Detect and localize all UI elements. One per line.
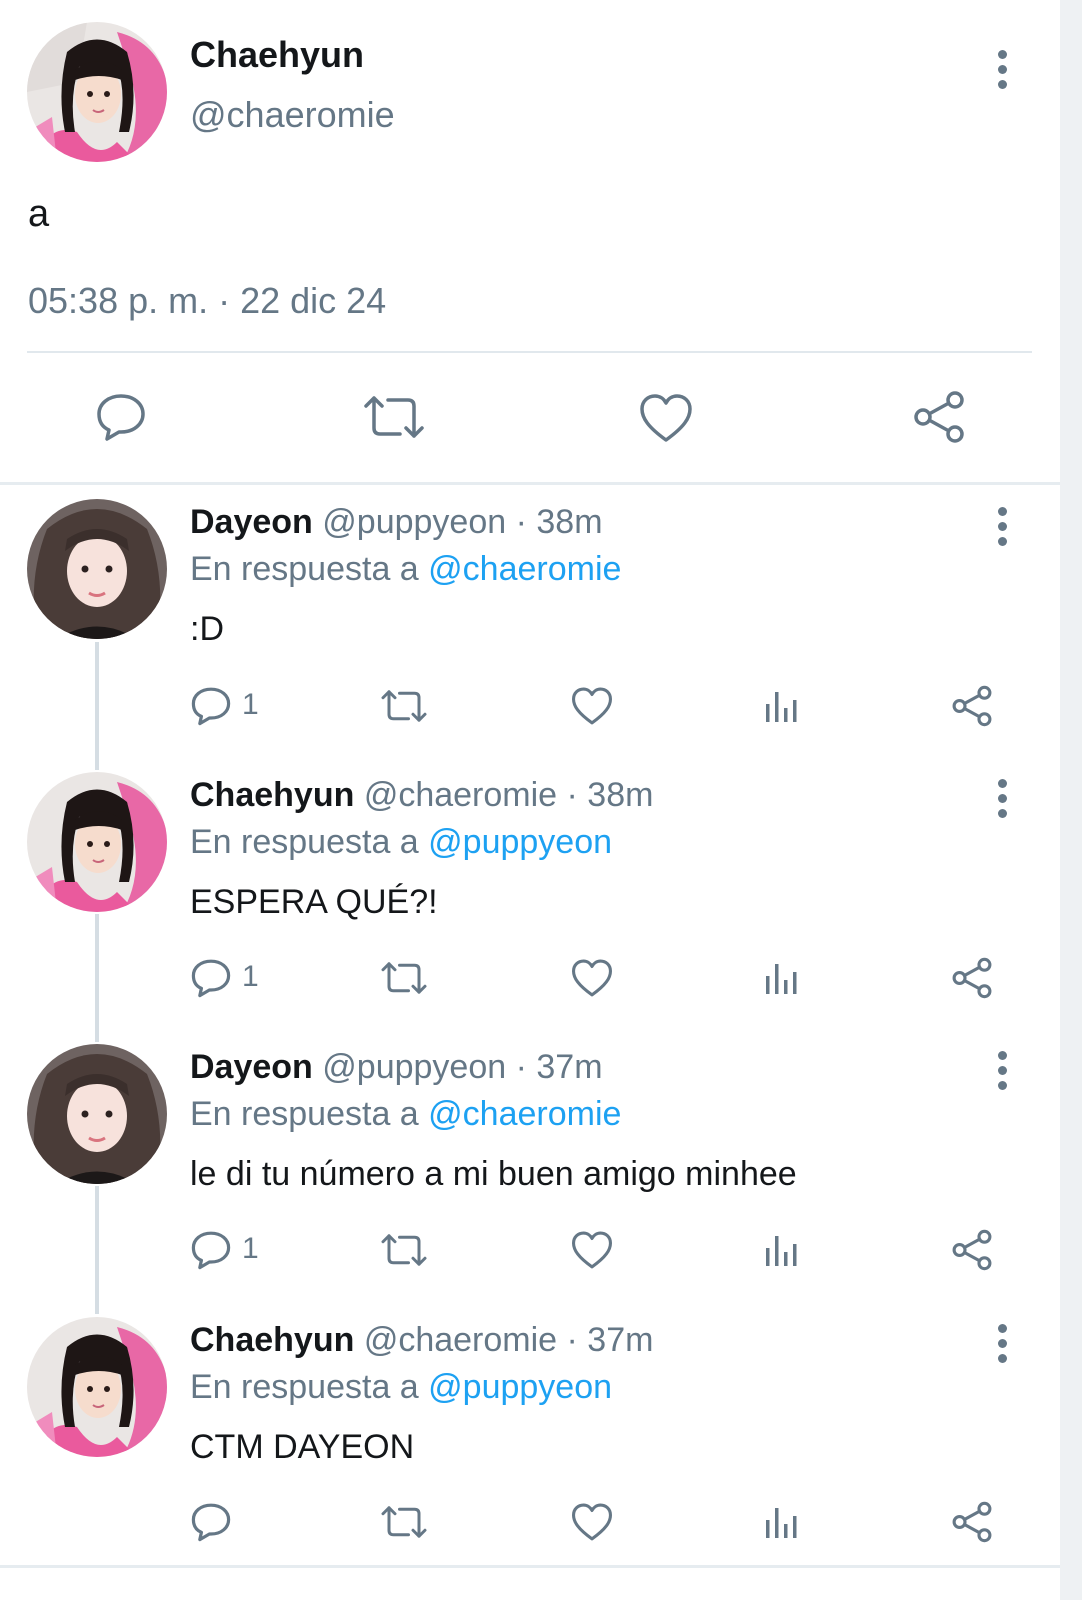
avatar[interactable] (27, 22, 167, 162)
like-icon[interactable] (570, 1230, 614, 1270)
mention-link[interactable]: @puppyeon (428, 823, 612, 861)
author-handle[interactable]: @chaeromie (190, 94, 395, 136)
reply-count: 1 (242, 960, 259, 993)
thread-line (95, 914, 99, 1042)
reply-header: Chaehyun @chaeromie · 37m (190, 1321, 653, 1360)
author-name[interactable]: Chaehyun (190, 1321, 354, 1359)
replying-to-label: En respuesta a (190, 1368, 419, 1406)
reply-icon[interactable] (190, 958, 232, 998)
reply-icon[interactable] (95, 392, 147, 442)
like-icon[interactable] (570, 958, 614, 998)
reply-text: ESPERA QUÉ?! (190, 883, 438, 921)
reply-text: le di tu número a mi buen amigo minhee (190, 1155, 797, 1193)
screen-edge (1060, 0, 1082, 1600)
more-options-icon[interactable] (996, 779, 1008, 824)
more-options-icon[interactable] (996, 1324, 1008, 1369)
replying-to-label: En respuesta a (190, 823, 419, 861)
tweet-timestamp: 05:38 p. m. · 22 dic 24 (28, 280, 387, 321)
reply-count: 1 (242, 1232, 259, 1265)
section-divider (0, 482, 1060, 485)
replying-to: En respuesta a @puppyeon (190, 1368, 612, 1407)
thread-line (95, 642, 99, 770)
share-icon[interactable] (951, 1501, 993, 1543)
thread-line (95, 1186, 99, 1314)
reply-icon[interactable] (190, 1230, 232, 1270)
replying-to-label: En respuesta a (190, 1095, 419, 1133)
analytics-icon[interactable] (764, 960, 800, 996)
bottom-divider (0, 1565, 1060, 1568)
more-options-icon[interactable] (996, 50, 1008, 95)
analytics-icon[interactable] (764, 1232, 800, 1268)
share-icon[interactable] (951, 957, 993, 999)
mention-link[interactable]: @chaeromie (428, 550, 621, 588)
share-icon[interactable] (951, 685, 993, 727)
replying-to: En respuesta a @chaeromie (190, 550, 621, 589)
author-meta: @chaeromie · 37m (363, 1321, 654, 1359)
replying-to: En respuesta a @puppyeon (190, 823, 612, 862)
like-icon[interactable] (638, 392, 694, 444)
reply-text: :D (190, 610, 224, 648)
like-icon[interactable] (570, 686, 614, 726)
author-name[interactable]: Dayeon (190, 1048, 313, 1086)
avatar[interactable] (27, 1044, 167, 1184)
author-name[interactable]: Dayeon (190, 503, 313, 541)
author-meta: @puppyeon · 37m (322, 1048, 603, 1086)
reply-header: Dayeon @puppyeon · 37m (190, 1048, 603, 1087)
author-meta: @puppyeon · 38m (322, 503, 603, 541)
more-options-icon[interactable] (996, 1051, 1008, 1096)
mention-link[interactable]: @puppyeon (428, 1368, 612, 1406)
retweet-icon[interactable] (380, 688, 428, 724)
retweet-icon[interactable] (380, 960, 428, 996)
share-icon[interactable] (951, 1229, 993, 1271)
like-icon[interactable] (570, 1502, 614, 1542)
retweet-icon[interactable] (362, 394, 426, 440)
replying-to: En respuesta a @chaeromie (190, 1095, 621, 1134)
replying-to-label: En respuesta a (190, 550, 419, 588)
avatar[interactable] (27, 772, 167, 912)
reply-count: 1 (242, 688, 259, 721)
retweet-icon[interactable] (380, 1504, 428, 1540)
reply-icon[interactable] (190, 686, 232, 726)
reply-header: Dayeon @puppyeon · 38m (190, 503, 603, 542)
author-meta: @chaeromie · 38m (363, 776, 654, 814)
share-icon[interactable] (912, 390, 966, 444)
tweet-text: a (28, 193, 50, 235)
more-options-icon[interactable] (996, 507, 1008, 552)
author-name[interactable]: Chaehyun (190, 776, 354, 814)
analytics-icon[interactable] (764, 1504, 800, 1540)
reply-text: CTM DAYEON (190, 1428, 415, 1466)
reply-header: Chaehyun @chaeromie · 38m (190, 776, 653, 815)
avatar[interactable] (27, 499, 167, 639)
avatar[interactable] (27, 1317, 167, 1457)
reply-icon[interactable] (190, 1502, 232, 1542)
analytics-icon[interactable] (764, 688, 800, 724)
divider (27, 351, 1032, 353)
mention-link[interactable]: @chaeromie (428, 1095, 621, 1133)
author-name[interactable]: Chaehyun (190, 34, 364, 76)
retweet-icon[interactable] (380, 1232, 428, 1268)
